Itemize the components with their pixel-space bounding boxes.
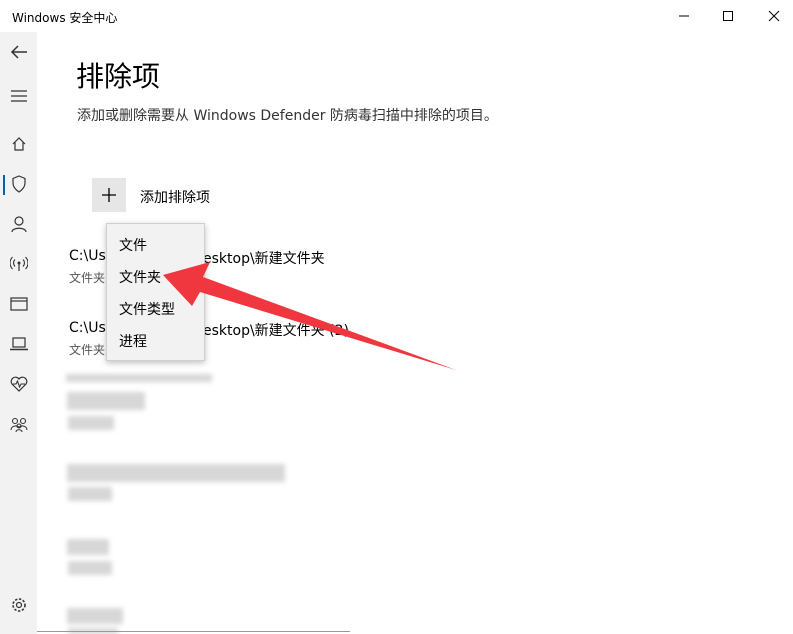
annotation-arrow xyxy=(163,262,456,370)
arrow-head-icon xyxy=(163,262,456,370)
